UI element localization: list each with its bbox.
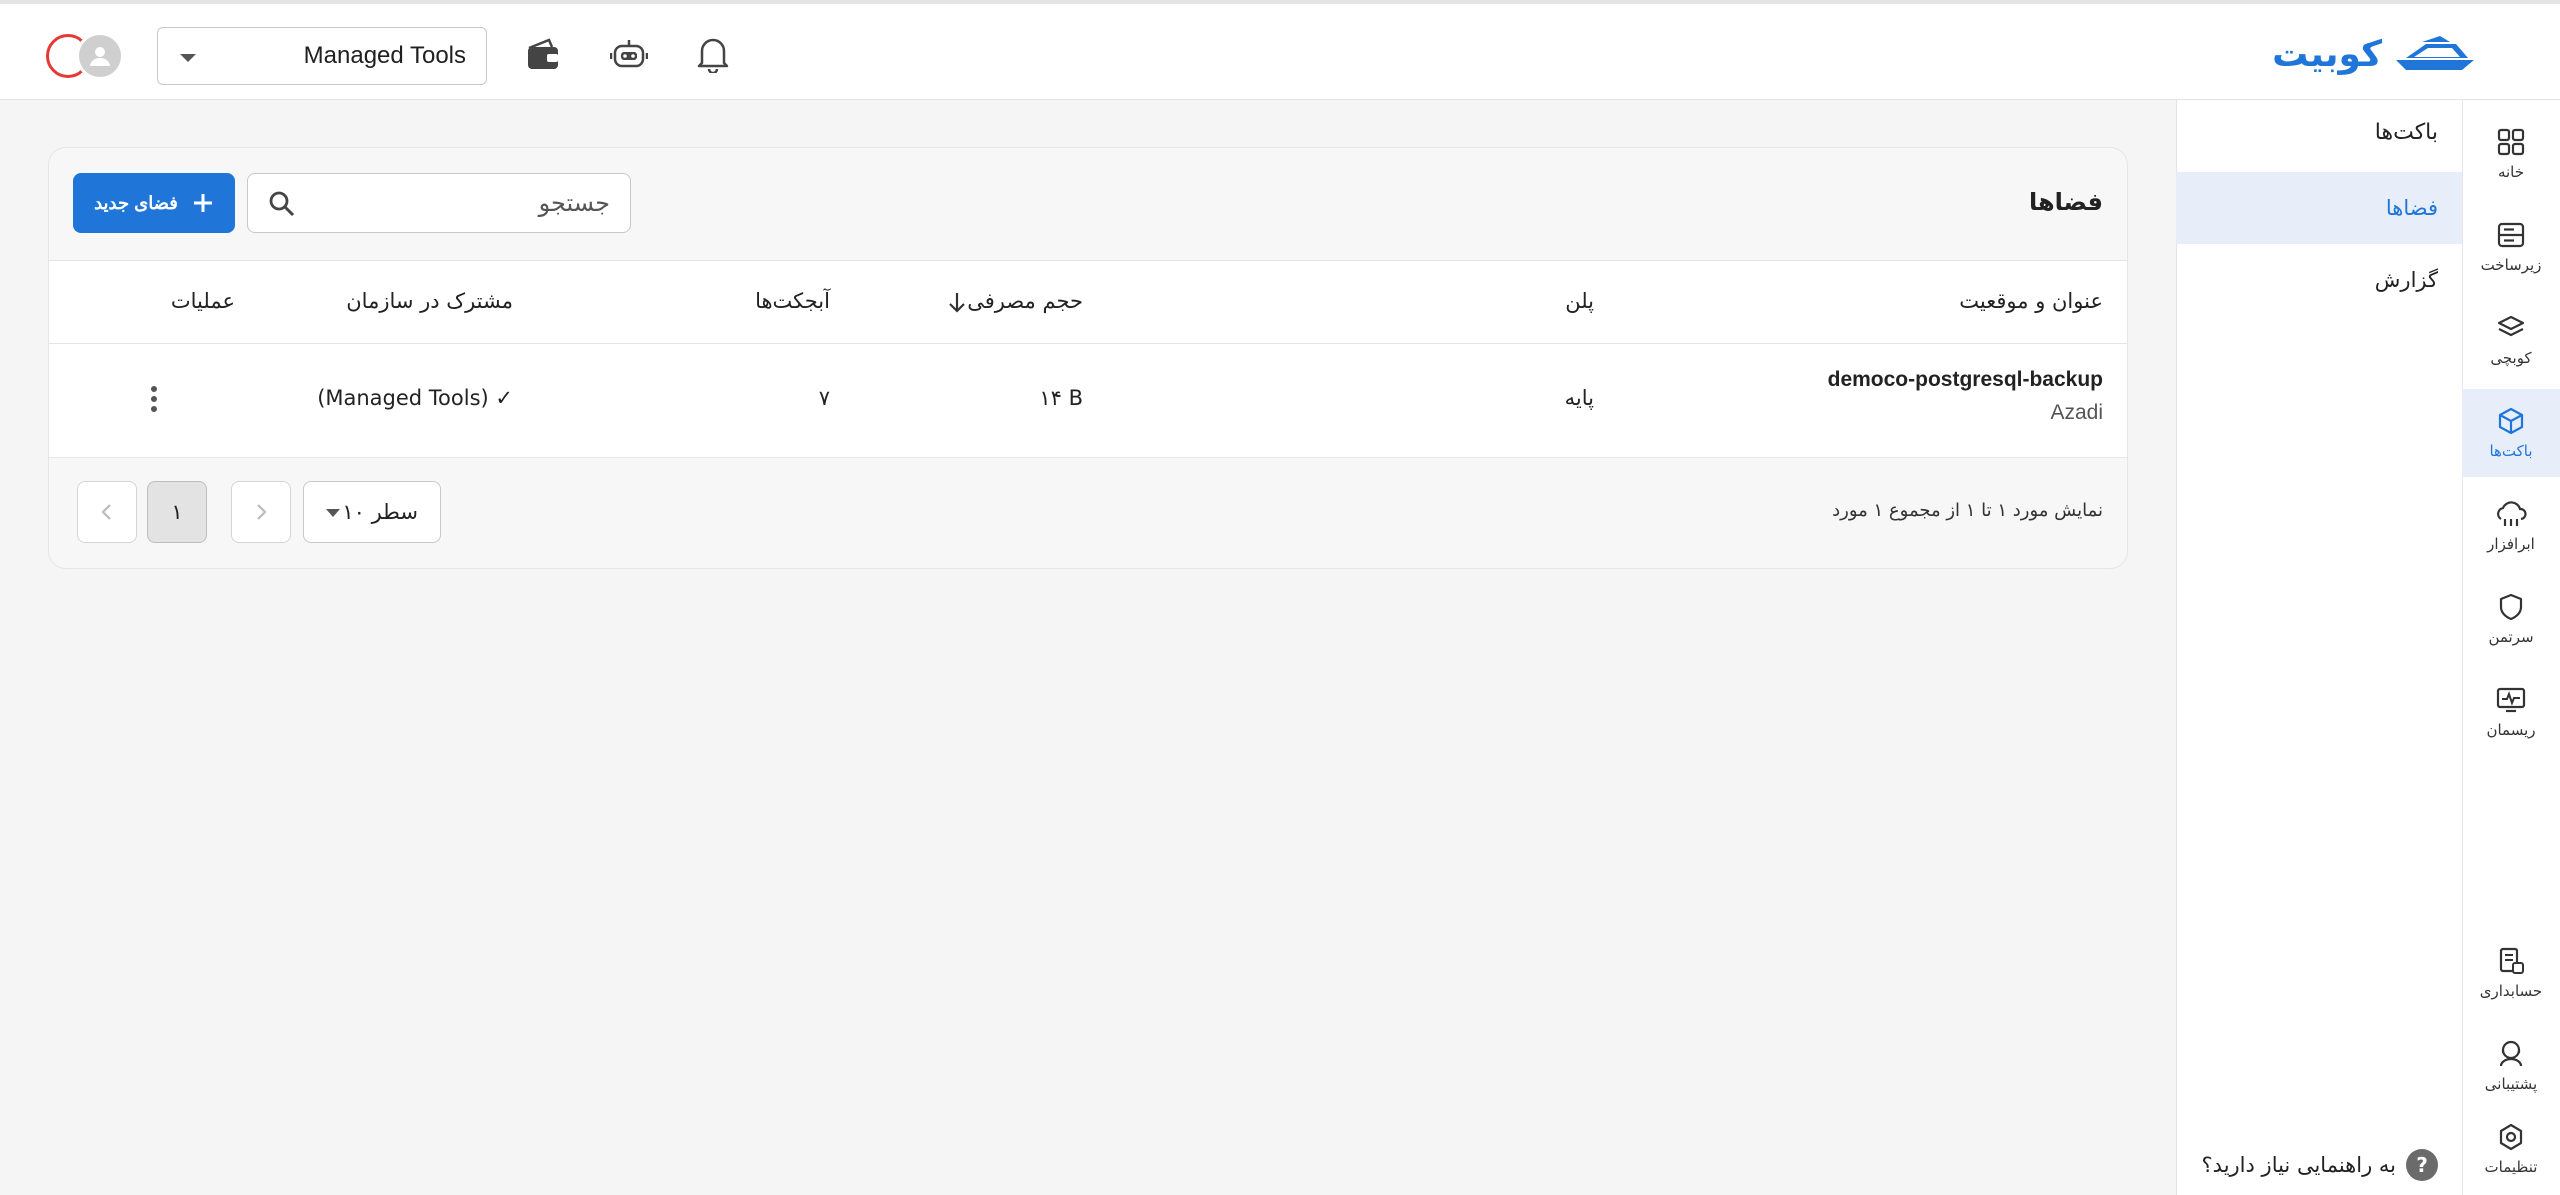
wallet-icon[interactable]	[523, 34, 563, 74]
column-objects[interactable]: آبجکت‌ها	[755, 289, 830, 313]
rail-item-sartaman[interactable]: سرتمن	[2462, 575, 2560, 663]
search-box[interactable]	[247, 173, 631, 233]
new-space-button-label: فضای جدید	[94, 192, 178, 213]
page-title: فضاها	[2028, 188, 2103, 216]
space-name[interactable]: democo-postgresql-backup	[1828, 368, 2103, 392]
cloud-app-icon	[2497, 501, 2527, 526]
rail-item-label: تنظیمات	[2484, 1158, 2538, 1176]
shield-icon	[2499, 593, 2523, 621]
column-actions: عملیات	[170, 289, 235, 313]
search-input[interactable]	[320, 184, 610, 222]
user-icon	[90, 47, 110, 66]
question-icon: ?	[2406, 1149, 2438, 1181]
section-sidebar: باکت‌ها فضاها گزارش به راهنمایی نیاز دار…	[2176, 100, 2462, 1195]
next-page-button[interactable]	[77, 481, 137, 543]
space-usage: ۱۴ B	[1039, 386, 1083, 410]
pagination-summary: نمایش مورد ۱ تا ۱ از مجموع ۱ مورد	[1832, 500, 2103, 521]
monitor-icon	[2496, 687, 2526, 713]
chevron-down-icon	[326, 509, 340, 517]
space-location: Azadi	[2050, 401, 2103, 424]
subnav-item-spaces[interactable]: فضاها	[2176, 172, 2462, 244]
table-header: عنوان و موقعیت پلن حجم مصرفی آبجکت‌ها مش…	[49, 260, 2127, 344]
rail-item-label: باکت‌ها	[2489, 442, 2533, 460]
robot-icon[interactable]	[609, 34, 649, 74]
rail-item-label: سرتمن	[2488, 628, 2534, 646]
rail-item-label: ابرافزار	[2487, 535, 2535, 553]
server-icon	[2497, 222, 2525, 248]
rail-item-support[interactable]: پشتیبانی	[2462, 1022, 2560, 1110]
rail-item-kubchi[interactable]: کوبچی	[2462, 296, 2560, 384]
rows-per-page-value: ۱۰ سطر	[342, 500, 418, 524]
chevron-down-icon	[180, 54, 196, 62]
cube-icon	[2498, 407, 2524, 435]
grid-icon	[2497, 128, 2525, 156]
brand-name: کوبیت	[2272, 33, 2382, 75]
rail-item-label: کوبچی	[2490, 349, 2532, 367]
avatar	[76, 32, 124, 80]
rows-per-page-select[interactable]: ۱۰ سطر	[303, 481, 441, 543]
space-objects: ۷	[818, 386, 830, 410]
rail-item-settings[interactable]: تنظیمات	[2462, 1105, 2560, 1193]
rail-item-label: پشتیبانی	[2484, 1075, 2538, 1093]
space-shared: (Managed Tools) ✓	[317, 386, 513, 410]
section-title: باکت‌ها	[2374, 120, 2438, 145]
rail-item-infrastructure[interactable]: زیرساخت	[2462, 203, 2560, 291]
rail-item-buckets[interactable]: باکت‌ها	[2462, 389, 2560, 477]
receipt-icon	[2499, 947, 2524, 974]
bell-icon[interactable]	[693, 34, 733, 74]
main-sidebar: خانه زیرساخت کوبچی باکت‌ها ابرافزار سرتم…	[2462, 100, 2560, 1195]
rail-item-label: حسابداری	[2479, 982, 2543, 1000]
settings-icon	[2499, 1123, 2523, 1151]
column-plan[interactable]: پلن	[1565, 289, 1594, 313]
top-bar: کوبیت Managed Tools	[0, 0, 2560, 100]
spaces-card: فضاها فضای جدید عنوان و موقعیت پلن حجم م…	[48, 147, 2128, 569]
space-plan: پایه	[1564, 386, 1594, 410]
organization-select[interactable]: Managed Tools	[157, 27, 487, 85]
table-footer: نمایش مورد ۱ تا ۱ از مجموع ۱ مورد ۱۰ سطر…	[49, 458, 2127, 568]
prev-page-button[interactable]	[231, 481, 291, 543]
arrow-down-icon[interactable]	[947, 290, 967, 314]
help-link[interactable]: به راهنمایی نیاز دارید؟ ?	[2202, 1149, 2438, 1181]
organization-select-value: Managed Tools	[303, 42, 466, 69]
column-usage[interactable]: حجم مصرفی	[967, 289, 1083, 313]
plus-icon	[193, 194, 212, 212]
more-vertical-icon[interactable]	[149, 384, 159, 414]
user-avatar[interactable]	[46, 32, 126, 80]
subnav-item-report[interactable]: گزارش	[2176, 244, 2462, 316]
rail-item-label: ریسمان	[2486, 721, 2536, 739]
column-shared: مشترک در سازمان	[346, 289, 513, 313]
rail-item-home[interactable]: خانه	[2462, 110, 2560, 198]
new-space-button[interactable]: فضای جدید	[73, 173, 235, 233]
rail-item-risman[interactable]: ریسمان	[2462, 668, 2560, 756]
card-header: فضاها فضای جدید	[49, 148, 2127, 260]
rail-item-accounting[interactable]: حسابداری	[2462, 929, 2560, 1017]
rail-item-label: زیرساخت	[2480, 256, 2542, 274]
chevron-right-icon	[257, 504, 267, 520]
chevron-left-icon	[101, 504, 111, 520]
brand-logo[interactable]: کوبیت	[2272, 32, 2478, 76]
rail-item-label: خانه	[2497, 163, 2525, 181]
table-row[interactable]: democo-postgresql-backup Azadi پایه ۱۴ B…	[49, 344, 2127, 458]
help-text: به راهنمایی نیاز دارید؟	[2201, 1153, 2396, 1177]
page-button-current[interactable]: ۱	[147, 481, 207, 543]
search-icon	[269, 191, 295, 217]
column-title-location[interactable]: عنوان و موقعیت	[1959, 289, 2103, 313]
layers-icon	[2497, 315, 2525, 337]
rail-item-cloud-apps[interactable]: ابرافزار	[2462, 482, 2560, 570]
ship-icon	[2396, 36, 2474, 70]
support-icon	[2499, 1040, 2523, 1067]
